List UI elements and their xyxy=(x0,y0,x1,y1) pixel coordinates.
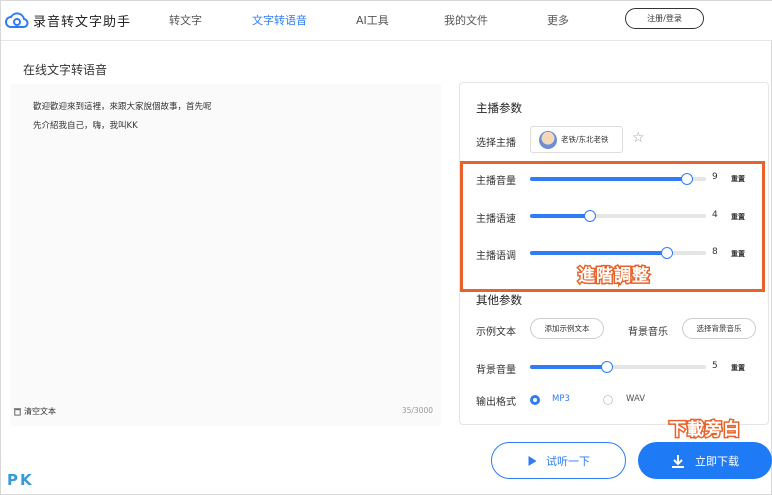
anchor-name: 老铁/东北老铁 xyxy=(561,135,609,144)
clear-text-label: 清空文本 xyxy=(24,407,56,416)
nav-text-to-speech[interactable]: 文字转语音 xyxy=(252,12,307,28)
annotation-advanced: 進階調整 xyxy=(577,265,651,288)
other-params-title: 其他参数 xyxy=(476,293,522,307)
char-count: 35/3000 xyxy=(401,406,433,415)
page-title: 在线文字转语音 xyxy=(23,63,108,77)
nav-speech-to-text[interactable]: 转文字 xyxy=(169,12,202,28)
cloud-logo-icon xyxy=(5,12,29,28)
try-listen-label: 试听一下 xyxy=(546,454,590,468)
trash-icon xyxy=(13,408,22,416)
reset-bg-volume-button[interactable]: 重置 xyxy=(731,363,745,373)
download-button[interactable]: 立即下载 xyxy=(638,442,772,479)
bg-music-label: 背景音乐 xyxy=(628,327,668,338)
slider-fill xyxy=(530,365,608,369)
select-anchor-label: 选择主播 xyxy=(476,138,516,149)
anchor-avatar xyxy=(539,130,557,149)
nav-more[interactable]: 更多 xyxy=(547,12,569,28)
download-icon xyxy=(672,454,684,468)
format-mp3-label[interactable]: MP3 xyxy=(552,394,570,404)
star-icon[interactable]: ☆ xyxy=(632,130,645,146)
editor-line: 先介紹我自己，嗨，我叫KK xyxy=(33,121,138,131)
radio-wav[interactable] xyxy=(603,395,613,405)
login-button[interactable]: 注册/登录 xyxy=(625,8,704,29)
sample-text-label: 示例文本 xyxy=(476,327,516,338)
brand-name: 录音转文字助手 xyxy=(33,15,132,30)
download-label: 立即下载 xyxy=(695,454,739,468)
format-wav-label[interactable]: WAV xyxy=(626,394,645,404)
text-editor[interactable]: 歡迎歡迎來到這裡，來跟大家說個故事，首先呢 先介紹我自己，嗨，我叫KK 清空文本… xyxy=(11,84,441,426)
bg-volume-value: 5 xyxy=(712,361,718,371)
play-icon xyxy=(528,455,537,466)
annotation-download: 下載旁白 xyxy=(668,419,742,442)
slider-knob[interactable] xyxy=(601,361,614,373)
add-sample-text-button[interactable]: 添加示例文本 xyxy=(530,318,604,339)
bg-volume-slider[interactable] xyxy=(530,361,706,373)
clear-text-button[interactable]: 清空文本 xyxy=(13,406,56,417)
watermark-logo: PK xyxy=(7,471,34,489)
select-bg-music-button[interactable]: 选择背景音乐 xyxy=(682,318,756,339)
editor-line: 歡迎歡迎來到這裡，來跟大家說個故事，首先呢 xyxy=(33,102,212,112)
radio-mp3[interactable] xyxy=(530,395,540,405)
try-listen-button[interactable]: 试听一下 xyxy=(491,442,626,479)
output-format-label: 输出格式 xyxy=(476,397,516,408)
anchor-params-title: 主播参数 xyxy=(476,101,522,115)
anchor-selector[interactable]: 老铁/东北老铁 xyxy=(530,126,623,153)
nav-my-files[interactable]: 我的文件 xyxy=(444,12,488,28)
top-nav-bar: 录音转文字助手 转文字 文字转语音 AI工具 我的文件 更多 注册/登录 xyxy=(1,1,772,41)
nav-ai-tools[interactable]: AI工具 xyxy=(356,12,389,28)
bg-volume-label: 背景音量 xyxy=(476,365,516,376)
